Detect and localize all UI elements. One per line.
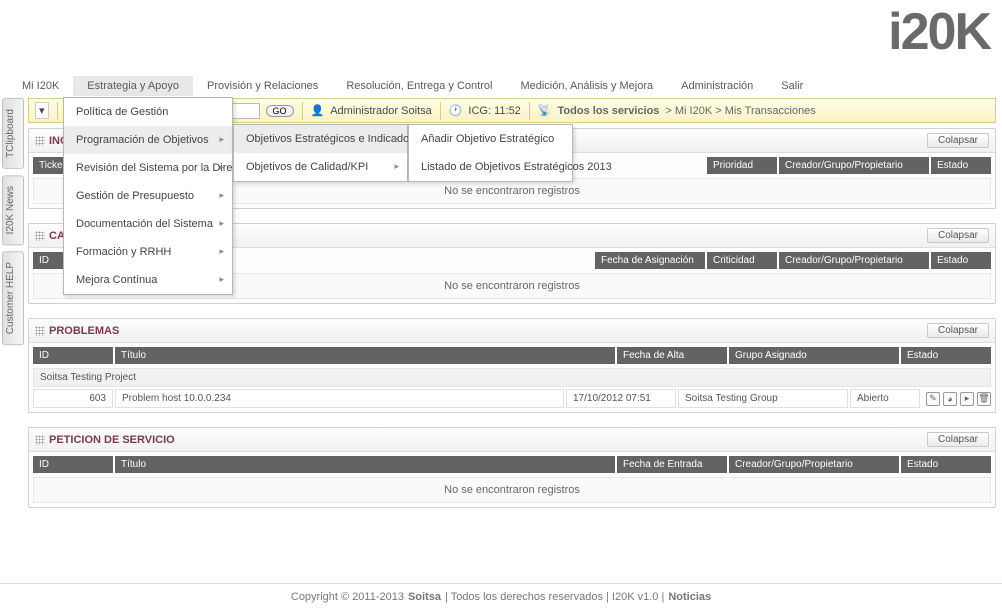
panel-problemas: PROBLEMAS Colapsar ID Título Fecha de Al… (28, 318, 996, 413)
collapse-button[interactable]: Colapsar (927, 228, 989, 243)
submenu-objetivos: Añadir Objetivo Estratégico Listado de O… (408, 124, 573, 182)
menu-administracion[interactable]: Administración (667, 76, 767, 96)
cell-grupo: Soitsa Testing Group (678, 389, 848, 408)
dd-mejora[interactable]: Mejora Contínua (64, 266, 232, 294)
menu-salir[interactable]: Salir (767, 76, 817, 96)
collapse-button[interactable]: Colapsar (927, 323, 989, 338)
go-button[interactable]: GO (266, 105, 294, 117)
grip-icon (35, 326, 45, 336)
col-estado[interactable]: Estado (931, 252, 991, 269)
menu-provision[interactable]: Provisión y Relaciones (193, 76, 332, 96)
side-tab-news[interactable]: I20K News (2, 175, 24, 245)
clock-icon: 🕐 (449, 104, 463, 117)
app-logo: i20K (888, 2, 990, 62)
col-prioridad[interactable]: Prioridad (707, 157, 777, 174)
dd-listado-objetivos[interactable]: Listado de Objetivos Estratégicos 2013 (409, 153, 572, 181)
dd-politica[interactable]: Política de Gestión (64, 98, 232, 126)
main-menubar: Mi I20K Estrategia y Apoyo Provisión y R… (8, 75, 1002, 97)
breadcrumb-services[interactable]: Todos los servicios (558, 105, 660, 117)
grip-icon (35, 435, 45, 445)
cell-fecha: 17/10/2012 07:51 (566, 389, 676, 408)
side-tab-clipboard[interactable]: TClipboard (2, 98, 24, 169)
cell-estado: Abierto (850, 389, 920, 408)
col-fecha-alta[interactable]: Fecha de Alta (617, 347, 727, 364)
col-creador[interactable]: Creador/Grupo/Propietario (729, 456, 899, 473)
table-row[interactable]: 603 Problem host 10.0.0.234 17/10/2012 0… (33, 389, 991, 408)
col-grupo[interactable]: Grupo Asignado (729, 347, 899, 364)
menu-resolucion[interactable]: Resolución, Entrega y Control (332, 76, 506, 96)
icg-time: ICG: 11:52 (468, 105, 520, 117)
panel-title-peticion: PETICION DE SERVICIO (49, 434, 175, 446)
footer-company: Soitsa (408, 591, 441, 603)
dd-anadir-objetivo[interactable]: Añadir Objetivo Estratégico (409, 125, 572, 153)
user-icon: 👤 (311, 104, 325, 117)
col-titulo[interactable]: Título (115, 456, 615, 473)
menu-medicion[interactable]: Medición, Análisis y Mejora (506, 76, 667, 96)
row-actions: ✎ ◕ ▸ 🗑 (922, 392, 991, 406)
collapse-button[interactable]: Colapsar (927, 432, 989, 447)
col-estado[interactable]: Estado (931, 157, 991, 174)
trash-icon[interactable]: 🗑 (977, 392, 991, 406)
services-icon: 📡 (538, 104, 552, 117)
empty-message: No se encontraron registros (33, 477, 991, 503)
clock-icon[interactable]: ◕ (943, 392, 957, 406)
panel-peticion: PETICION DE SERVICIO Colapsar ID Título … (28, 427, 996, 508)
play-icon[interactable]: ▸ (960, 392, 974, 406)
col-id[interactable]: ID (33, 456, 113, 473)
breadcrumb: > Mi I20K > Mis Transacciones (665, 105, 815, 117)
dd-programacion[interactable]: Programación de Objetivos (64, 126, 232, 154)
col-fecha-entrada[interactable]: Fecha de Entrada (617, 456, 727, 473)
dd-documentacion[interactable]: Documentación del Sistema (64, 210, 232, 238)
edit-icon[interactable]: ✎ (926, 392, 940, 406)
col-titulo[interactable]: Título (115, 347, 615, 364)
grip-icon (35, 136, 45, 146)
collapse-button[interactable]: Colapsar (927, 133, 989, 148)
footer-noticias[interactable]: Noticias (668, 591, 711, 603)
menu-mi-i20k[interactable]: Mi I20K (8, 76, 73, 96)
filter-icon[interactable]: ▾ (35, 102, 49, 119)
cell-id: 603 (33, 389, 113, 408)
panel-title-problemas: PROBLEMAS (49, 325, 119, 337)
dd-revision[interactable]: Revisión del Sistema por la Dirección (64, 154, 232, 182)
group-header[interactable]: Soitsa Testing Project (33, 368, 991, 387)
col-estado[interactable]: Estado (901, 456, 991, 473)
footer-rights: | Todos los derechos reservados | I20K v… (445, 591, 664, 603)
left-sidebar: TClipboard I20K News Customer HELP (2, 98, 24, 352)
footer: Copyright © 2011-2013 Soitsa | Todos los… (0, 583, 1002, 609)
submenu-programacion: Objetivos Estratégicos e Indicadores Obj… (233, 124, 408, 182)
col-fecha-asig[interactable]: Fecha de Asignación (595, 252, 705, 269)
col-creador[interactable]: Creador/Grupo/Propietario (779, 157, 929, 174)
col-criticidad[interactable]: Criticidad (707, 252, 777, 269)
menu-estrategia[interactable]: Estrategia y Apoyo (73, 76, 193, 96)
cell-titulo: Problem host 10.0.0.234 (115, 389, 564, 408)
admin-name: Administrador Soitsa (330, 105, 432, 117)
dd-obj-estrategicos[interactable]: Objetivos Estratégicos e Indicadores (234, 125, 407, 153)
col-id[interactable]: ID (33, 347, 113, 364)
dd-formacion[interactable]: Formación y RRHH (64, 238, 232, 266)
dd-obj-calidad[interactable]: Objetivos de Calidad/KPI (234, 153, 407, 181)
col-estado[interactable]: Estado (901, 347, 991, 364)
side-tab-help[interactable]: Customer HELP (2, 251, 24, 345)
dd-presupuesto[interactable]: Gestión de Presupuesto (64, 182, 232, 210)
grip-icon (35, 231, 45, 241)
col-creador[interactable]: Creador/Grupo/Propietario (779, 252, 929, 269)
submenu-estrategia: Política de Gestión Programación de Obje… (63, 97, 233, 295)
footer-copyright: Copyright © 2011-2013 (291, 591, 404, 603)
